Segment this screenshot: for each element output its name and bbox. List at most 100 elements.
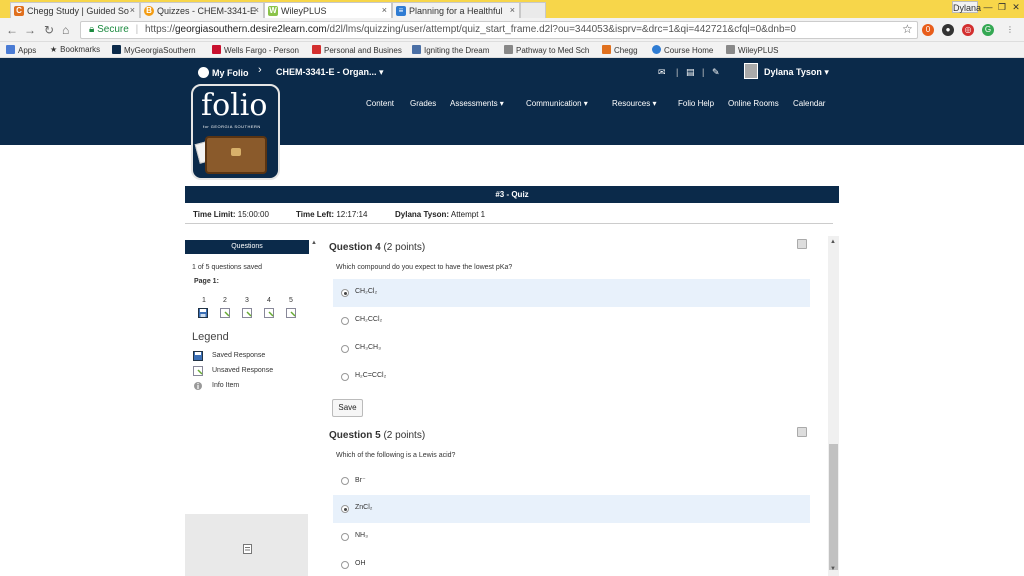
questions-area: Question 4 (2 points) Which compound do …: [320, 232, 828, 576]
back-icon[interactable]: ←: [6, 23, 18, 37]
tab-chegg[interactable]: C Chegg Study | Guided So ×: [10, 2, 140, 18]
bookmark-course-home[interactable]: Course Home: [652, 45, 713, 55]
minimize-icon[interactable]: —: [982, 1, 994, 13]
question-number-link[interactable]: 3: [245, 297, 249, 304]
unsaved-response-icon[interactable]: [264, 308, 274, 318]
question-number-link[interactable]: 2: [223, 297, 227, 304]
bookmark-chegg[interactable]: Chegg: [602, 45, 638, 55]
close-icon[interactable]: ×: [130, 5, 135, 15]
user-menu[interactable]: Dylana Tyson ▾: [764, 67, 829, 78]
home-icon[interactable]: ⌂: [62, 23, 69, 37]
url-field[interactable]: 🔒︎ Secure | https://georgiasouthern.desi…: [80, 21, 918, 39]
page-icon: [504, 45, 513, 54]
bookmark-pathway-med[interactable]: Pathway to Med Sch: [504, 45, 589, 55]
radio-unselected[interactable]: [341, 477, 349, 485]
save-question-icon[interactable]: [797, 239, 807, 249]
nav-communication[interactable]: Communication ▾: [526, 99, 588, 108]
nav-folio-help[interactable]: Folio Help: [678, 99, 714, 108]
unsaved-response-icon[interactable]: [286, 308, 296, 318]
tab-wileyplus[interactable]: W WileyPLUS ×: [264, 2, 392, 18]
bookmark-apps[interactable]: Apps: [6, 45, 36, 55]
question-5-option[interactable]: ZnCl₂: [333, 495, 810, 523]
saved-response-icon: [193, 351, 203, 361]
star-icon[interactable]: ☆: [902, 22, 913, 36]
reload-icon[interactable]: ↻: [44, 23, 54, 37]
nav-calendar[interactable]: Calendar: [793, 99, 825, 108]
course-selector[interactable]: CHEM-3341-E - Organ... ▾: [276, 67, 384, 78]
radio-unselected[interactable]: [341, 561, 349, 569]
scroll-up-arrow-icon[interactable]: ▲: [830, 239, 836, 245]
question-number-link[interactable]: 5: [289, 297, 293, 304]
bookmark-label: WileyPLUS: [738, 46, 779, 55]
bookmarks-bar: Apps ★ Bookmarks MyGeorgiaSouthern Wells …: [0, 42, 1024, 58]
question-number-link[interactable]: 1: [202, 297, 206, 304]
subscription-alerts-icon[interactable]: ▤: [686, 67, 695, 78]
nav-online-rooms[interactable]: Online Rooms: [728, 99, 779, 108]
maximize-icon[interactable]: ❐: [996, 1, 1008, 13]
question-4-option[interactable]: CH₂Cl₂: [333, 279, 810, 307]
quiz-title: #3 - Quiz: [495, 190, 529, 199]
question-number-link[interactable]: 4: [267, 297, 271, 304]
new-tab-button[interactable]: [520, 2, 546, 18]
question-5-option[interactable]: NH₃: [333, 523, 810, 551]
apps-icon: [6, 45, 15, 54]
url-path: /d2l/lms/quizzing/user/attempt/quiz_star…: [326, 24, 796, 35]
radio-unselected[interactable]: [341, 533, 349, 541]
bookmark-mygeorgiasouthern[interactable]: MyGeorgiaSouthern: [112, 45, 196, 55]
bookmark-personal-business[interactable]: Personal and Busines: [312, 45, 402, 55]
extension-icon[interactable]: ●: [942, 24, 954, 36]
question-4-option[interactable]: CH₂CCl₂: [333, 307, 810, 335]
nav-resources[interactable]: Resources ▾: [612, 99, 656, 108]
extension-icon[interactable]: G: [982, 24, 994, 36]
page-label: Page 1:: [194, 278, 219, 285]
bookmark-bookmarks[interactable]: ★ Bookmarks: [50, 45, 100, 54]
star-icon: ★: [50, 45, 58, 54]
radio-unselected[interactable]: [341, 373, 349, 381]
extension-icon[interactable]: ◎: [962, 24, 974, 36]
radio-selected[interactable]: [341, 289, 349, 297]
secure-label: Secure: [97, 24, 129, 35]
close-icon[interactable]: ×: [382, 5, 387, 15]
tab-title: Planning for a Healthful: [409, 6, 503, 16]
unsaved-response-icon[interactable]: [220, 308, 230, 318]
tab-quizzes[interactable]: B Quizzes - CHEM-3341-E ×: [140, 2, 264, 18]
folio-logo[interactable]: folio for GEORGIA SOUTHERN: [191, 84, 280, 180]
wells-fargo-icon: [212, 45, 221, 54]
bookmark-igniting-dream[interactable]: Igniting the Dream: [412, 45, 489, 55]
bookmark-label: MyGeorgiaSouthern: [124, 46, 196, 55]
question-5-option[interactable]: OH: [333, 551, 810, 576]
saved-response-icon[interactable]: [198, 308, 208, 318]
close-icon[interactable]: ×: [254, 5, 259, 15]
scrollbar-thumb[interactable]: [829, 444, 838, 570]
radio-selected[interactable]: [341, 505, 349, 513]
tab-planning[interactable]: ≡ Planning for a Healthful ×: [392, 2, 520, 18]
unsaved-response-icon[interactable]: [242, 308, 252, 318]
bookmark-wileyplus[interactable]: WileyPLUS: [726, 45, 778, 55]
scroll-down-arrow-icon[interactable]: ▼: [830, 566, 836, 572]
legend-unsaved-label: Unsaved Response: [212, 367, 274, 374]
question-5-option[interactable]: Br⁻: [333, 467, 810, 495]
question-4-option[interactable]: CH₃CH₃: [333, 335, 810, 363]
scroll-up-arrow-icon[interactable]: ▲: [311, 240, 317, 246]
scrollbar[interactable]: ▲ ▼: [828, 236, 839, 576]
bookmark-wells-fargo[interactable]: Wells Fargo - Person: [212, 45, 299, 55]
nav-assessments[interactable]: Assessments ▾: [450, 99, 504, 108]
save-button[interactable]: Save: [332, 399, 363, 417]
d2l-minibar: My Folio › CHEM-3341-E - Organ... ▾ ✉ | …: [0, 58, 1024, 86]
update-alerts-icon[interactable]: ✎: [712, 67, 720, 78]
message-alerts-icon[interactable]: ✉: [658, 67, 666, 78]
radio-unselected[interactable]: [341, 317, 349, 325]
radio-unselected[interactable]: [341, 345, 349, 353]
avatar[interactable]: [744, 63, 758, 79]
close-icon[interactable]: ×: [510, 5, 515, 15]
question-4-option[interactable]: H₂C=CCl₂: [333, 363, 810, 391]
close-window-icon[interactable]: ✕: [1010, 1, 1022, 13]
nav-content[interactable]: Content: [366, 99, 394, 108]
nav-grades[interactable]: Grades: [410, 99, 436, 108]
save-question-icon[interactable]: [797, 427, 807, 437]
menu-icon[interactable]: ⋮: [1004, 24, 1016, 36]
forward-icon[interactable]: →: [24, 23, 36, 37]
document-icon[interactable]: [243, 544, 252, 554]
extension-icon[interactable]: 0: [922, 24, 934, 36]
my-folio-link[interactable]: My Folio: [198, 67, 249, 78]
